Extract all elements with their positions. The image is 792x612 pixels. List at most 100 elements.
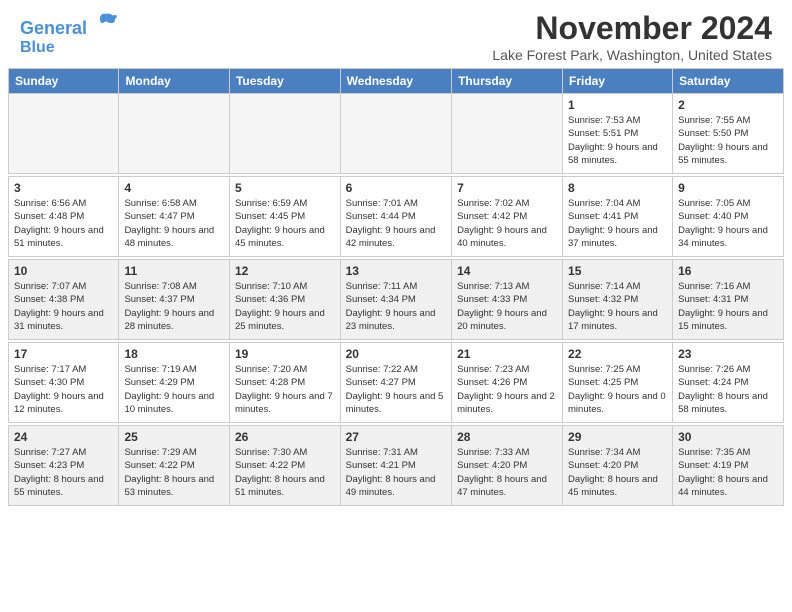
calendar-cell: 26Sunrise: 7:30 AM Sunset: 4:22 PM Dayli… bbox=[229, 426, 340, 506]
day-number: 6 bbox=[346, 181, 446, 195]
calendar-cell bbox=[229, 94, 340, 174]
calendar-cell: 10Sunrise: 7:07 AM Sunset: 4:38 PM Dayli… bbox=[9, 260, 119, 340]
calendar-cell: 21 Sunrise: 7:23 AM Sunset: 4:26 PM Dayli… bbox=[452, 343, 563, 423]
day-number: 27 bbox=[346, 430, 446, 444]
day-info: Sunrise: 7:22 AM Sunset: 4:27 PM Dayligh… bbox=[346, 363, 446, 416]
title-section: November 2024 Lake Forest Park, Washingt… bbox=[492, 10, 772, 63]
day-info: Sunrise: 6:56 AM Sunset: 4:48 PM Dayligh… bbox=[14, 197, 113, 250]
calendar-cell bbox=[9, 94, 119, 174]
calendar-cell: 30Sunrise: 7:35 AM Sunset: 4:19 PM Dayli… bbox=[673, 426, 784, 506]
day-info: Sunrise: 7:13 AM Sunset: 4:33 PM Dayligh… bbox=[457, 280, 557, 333]
calendar-cell: 3 Sunrise: 6:56 AM Sunset: 4:48 PM Daylig… bbox=[9, 177, 119, 257]
calendar-cell: 25 Sunrise: 7:29 AM Sunset: 4:22 PM Dayli… bbox=[119, 426, 230, 506]
day-number: 22 bbox=[568, 347, 667, 361]
day-info: Sunrise: 6:59 AM Sunset: 4:45 PM Dayligh… bbox=[235, 197, 335, 250]
day-number: 1 bbox=[568, 98, 667, 112]
calendar-week-row: 1 Sunrise: 7:53 AM Sunset: 5:51 PM Daylig… bbox=[9, 94, 784, 174]
day-info: Sunrise: 7:23 AM Sunset: 4:26 PM Dayligh… bbox=[457, 363, 557, 416]
calendar-cell: 19 Sunrise: 7:20 AM Sunset: 4:28 PM Dayli… bbox=[229, 343, 340, 423]
day-info: Sunrise: 7:01 AM Sunset: 4:44 PM Dayligh… bbox=[346, 197, 446, 250]
calendar-header-monday: Monday bbox=[119, 69, 230, 94]
day-info: Sunrise: 7:25 AM Sunset: 4:25 PM Dayligh… bbox=[568, 363, 667, 416]
day-number: 16 bbox=[678, 264, 778, 278]
day-number: 15 bbox=[568, 264, 667, 278]
calendar-cell: 23 Sunrise: 7:26 AM Sunset: 4:24 PM Dayli… bbox=[673, 343, 784, 423]
logo-bird-icon bbox=[94, 10, 118, 34]
calendar-cell: 16 Sunrise: 7:16 AM Sunset: 4:31 PM Dayli… bbox=[673, 260, 784, 340]
day-info: Sunrise: 7:04 AM Sunset: 4:41 PM Dayligh… bbox=[568, 197, 667, 250]
calendar-cell: 28Sunrise: 7:33 AM Sunset: 4:20 PM Dayli… bbox=[452, 426, 563, 506]
calendar-week-row: 3 Sunrise: 6:56 AM Sunset: 4:48 PM Daylig… bbox=[9, 177, 784, 257]
calendar-header-row: SundayMondayTuesdayWednesdayThursdayFrid… bbox=[9, 69, 784, 94]
calendar-cell: 9 Sunrise: 7:05 AM Sunset: 4:40 PM Daylig… bbox=[673, 177, 784, 257]
day-info: Sunrise: 7:33 AM Sunset: 4:20 PM Dayligh… bbox=[457, 446, 557, 499]
day-info: Sunrise: 7:02 AM Sunset: 4:42 PM Dayligh… bbox=[457, 197, 557, 250]
calendar-header-thursday: Thursday bbox=[452, 69, 563, 94]
calendar-cell: 11 Sunrise: 7:08 AM Sunset: 4:37 PM Dayli… bbox=[119, 260, 230, 340]
calendar-cell: 4Sunrise: 6:58 AM Sunset: 4:47 PM Daylig… bbox=[119, 177, 230, 257]
day-number: 4 bbox=[124, 181, 224, 195]
calendar-cell: 18 Sunrise: 7:19 AM Sunset: 4:29 PM Dayli… bbox=[119, 343, 230, 423]
calendar-cell bbox=[119, 94, 230, 174]
calendar-week-row: 10Sunrise: 7:07 AM Sunset: 4:38 PM Dayli… bbox=[9, 260, 784, 340]
calendar-cell: 29 Sunrise: 7:34 AM Sunset: 4:20 PM Dayli… bbox=[563, 426, 673, 506]
logo: General Blue bbox=[20, 10, 118, 56]
calendar-cell bbox=[452, 94, 563, 174]
day-number: 14 bbox=[457, 264, 557, 278]
day-number: 29 bbox=[568, 430, 667, 444]
day-info: Sunrise: 7:27 AM Sunset: 4:23 PM Dayligh… bbox=[14, 446, 113, 499]
calendar-header-friday: Friday bbox=[563, 69, 673, 94]
day-number: 3 bbox=[14, 181, 113, 195]
day-number: 5 bbox=[235, 181, 335, 195]
day-info: Sunrise: 7:30 AM Sunset: 4:22 PM Dayligh… bbox=[235, 446, 335, 499]
day-info: Sunrise: 7:34 AM Sunset: 4:20 PM Dayligh… bbox=[568, 446, 667, 499]
day-number: 10 bbox=[14, 264, 113, 278]
day-number: 19 bbox=[235, 347, 335, 361]
day-number: 18 bbox=[124, 347, 224, 361]
calendar-cell bbox=[340, 94, 451, 174]
calendar-cell: 6 Sunrise: 7:01 AM Sunset: 4:44 PM Daylig… bbox=[340, 177, 451, 257]
day-info: Sunrise: 7:16 AM Sunset: 4:31 PM Dayligh… bbox=[678, 280, 778, 333]
header: General Blue November 2024 Lake Forest P… bbox=[0, 0, 792, 68]
calendar-week-row: 17 Sunrise: 7:17 AM Sunset: 4:30 PM Dayli… bbox=[9, 343, 784, 423]
calendar-cell: 13 Sunrise: 7:11 AM Sunset: 4:34 PM Dayli… bbox=[340, 260, 451, 340]
day-info: Sunrise: 7:10 AM Sunset: 4:36 PM Dayligh… bbox=[235, 280, 335, 333]
day-number: 23 bbox=[678, 347, 778, 361]
calendar-cell: 12 Sunrise: 7:10 AM Sunset: 4:36 PM Dayli… bbox=[229, 260, 340, 340]
day-info: Sunrise: 7:26 AM Sunset: 4:24 PM Dayligh… bbox=[678, 363, 778, 416]
day-number: 11 bbox=[124, 264, 224, 278]
day-info: Sunrise: 7:05 AM Sunset: 4:40 PM Dayligh… bbox=[678, 197, 778, 250]
calendar-cell: 27 Sunrise: 7:31 AM Sunset: 4:21 PM Dayli… bbox=[340, 426, 451, 506]
day-number: 20 bbox=[346, 347, 446, 361]
day-number: 12 bbox=[235, 264, 335, 278]
day-number: 24 bbox=[14, 430, 113, 444]
day-info: Sunrise: 7:55 AM Sunset: 5:50 PM Dayligh… bbox=[678, 114, 778, 167]
day-number: 7 bbox=[457, 181, 557, 195]
day-number: 8 bbox=[568, 181, 667, 195]
day-info: Sunrise: 7:19 AM Sunset: 4:29 PM Dayligh… bbox=[124, 363, 224, 416]
calendar-cell: 1 Sunrise: 7:53 AM Sunset: 5:51 PM Daylig… bbox=[563, 94, 673, 174]
day-info: Sunrise: 7:31 AM Sunset: 4:21 PM Dayligh… bbox=[346, 446, 446, 499]
calendar-cell: 7 Sunrise: 7:02 AM Sunset: 4:42 PM Daylig… bbox=[452, 177, 563, 257]
calendar-cell: 8 Sunrise: 7:04 AM Sunset: 4:41 PM Daylig… bbox=[563, 177, 673, 257]
day-number: 17 bbox=[14, 347, 113, 361]
day-number: 25 bbox=[124, 430, 224, 444]
day-info: Sunrise: 7:20 AM Sunset: 4:28 PM Dayligh… bbox=[235, 363, 335, 416]
day-number: 13 bbox=[346, 264, 446, 278]
day-number: 2 bbox=[678, 98, 778, 112]
calendar-cell: 2 Sunrise: 7:55 AM Sunset: 5:50 PM Daylig… bbox=[673, 94, 784, 174]
calendar-cell: 14 Sunrise: 7:13 AM Sunset: 4:33 PM Dayli… bbox=[452, 260, 563, 340]
calendar-header-sunday: Sunday bbox=[9, 69, 119, 94]
day-number: 30 bbox=[678, 430, 778, 444]
day-number: 9 bbox=[678, 181, 778, 195]
day-info: Sunrise: 7:08 AM Sunset: 4:37 PM Dayligh… bbox=[124, 280, 224, 333]
day-info: Sunrise: 7:53 AM Sunset: 5:51 PM Dayligh… bbox=[568, 114, 667, 167]
subtitle: Lake Forest Park, Washington, United Sta… bbox=[492, 47, 772, 63]
day-number: 21 bbox=[457, 347, 557, 361]
calendar-table: SundayMondayTuesdayWednesdayThursdayFrid… bbox=[8, 68, 784, 506]
day-info: Sunrise: 7:14 AM Sunset: 4:32 PM Dayligh… bbox=[568, 280, 667, 333]
day-info: Sunrise: 7:17 AM Sunset: 4:30 PM Dayligh… bbox=[14, 363, 113, 416]
calendar-cell: 17 Sunrise: 7:17 AM Sunset: 4:30 PM Dayli… bbox=[9, 343, 119, 423]
day-info: Sunrise: 7:11 AM Sunset: 4:34 PM Dayligh… bbox=[346, 280, 446, 333]
day-info: Sunrise: 7:29 AM Sunset: 4:22 PM Dayligh… bbox=[124, 446, 224, 499]
